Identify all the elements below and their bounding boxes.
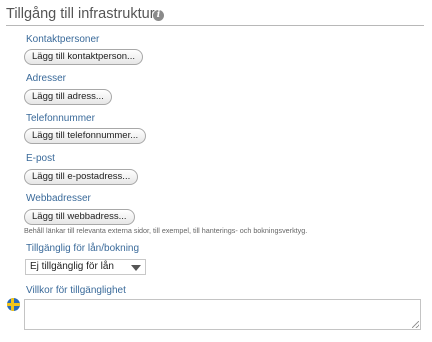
conditions-textarea[interactable] [24,299,421,330]
availability-selected-value: Ej tillgänglig för lån [30,261,114,272]
section-title: Tillgång till infrastruktur [6,6,155,22]
section-header: Tillgång till infrastruktur i [6,3,424,26]
addresses-label: Adresser [26,73,67,84]
resize-handle-icon[interactable] [412,321,419,328]
phones-label: Telefonnummer [26,113,95,124]
swedish-flag-icon[interactable] [7,298,20,311]
contacts-label: Kontaktpersoner [26,34,100,45]
emails-label: E-post [26,153,55,164]
add-address-button[interactable]: Lägg till adress... [24,89,112,105]
add-phone-button[interactable]: Lägg till telefonnummer... [24,128,147,144]
websites-help-text: Behåll länkar till relevanta externa sid… [24,226,308,235]
help-icon[interactable]: i [153,10,164,21]
add-contact-button[interactable]: Lägg till kontaktperson... [24,49,143,65]
websites-label: Webbadresser [26,193,91,204]
chevron-down-icon [131,265,141,271]
conditions-label: Villkor för tillgänglighet [26,285,126,296]
add-email-button[interactable]: Lägg till e-postadress... [24,169,139,185]
add-website-button[interactable]: Lägg till webbadress... [24,209,135,225]
availability-select[interactable]: Ej tillgänglig för lån [25,259,146,275]
availability-label: Tillgänglig för lån/bokning [26,243,140,254]
